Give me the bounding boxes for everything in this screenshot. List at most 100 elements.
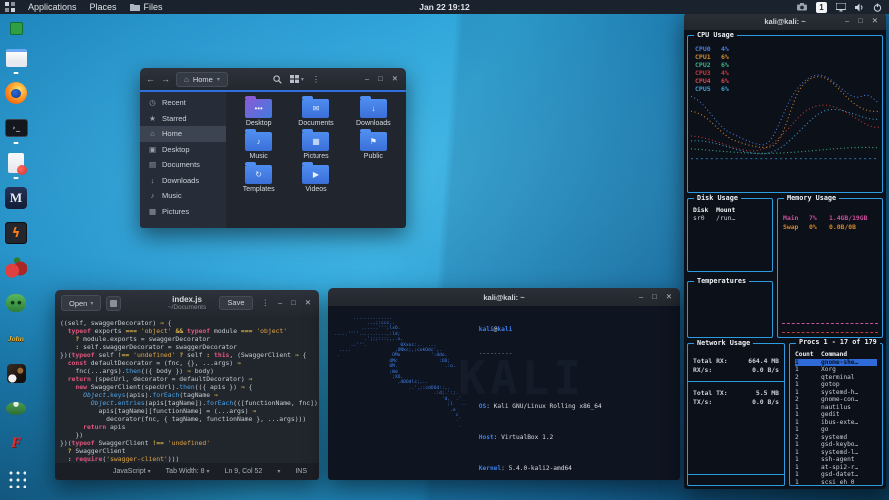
process-row-gedit[interactable]: 1gedit [795, 411, 877, 419]
dock-item-ettercap[interactable] [4, 396, 28, 420]
folder-desktop[interactable]: ••• Desktop [230, 99, 287, 127]
process-row-systemd-l[interactable]: 1systemd-l… [795, 449, 877, 457]
folder-videos[interactable]: ▶ Videos [287, 165, 344, 193]
close-button[interactable]: ✕ [666, 293, 672, 301]
minimize-button[interactable]: – [278, 299, 282, 307]
process-row-scsi-eh-0[interactable]: 1scsi_eh_0 [795, 479, 877, 487]
process-row-gnome-con[interactable]: 2gnome-con… [795, 396, 877, 404]
process-row-at-spi2-r[interactable]: 1at-spi2-r… [795, 464, 877, 472]
cpu-usage-box: CPU Usage CPU04% CPU16% CPU26% CPU34% CP… [687, 35, 883, 193]
folder-icon: ↓ [360, 99, 387, 118]
process-row-qterminal[interactable]: 2qterminal [795, 374, 877, 382]
memory-row-main: Main7%1.4GB/19GB [783, 214, 877, 223]
neofetch-line-host: Host: VirtualBox 1.2 [479, 434, 617, 442]
menu-files[interactable]: Files [130, 2, 163, 12]
process-row-gotop[interactable]: 1gotop [795, 381, 877, 389]
menu-applications[interactable]: Applications [28, 2, 77, 12]
workspace-indicator[interactable]: 1 [816, 2, 827, 13]
dock-item-faraday[interactable]: F [4, 431, 28, 455]
code-area[interactable]: ((self, swaggerDecorator) ⇒ { typeof exp… [55, 316, 319, 463]
process-row-ibus-exte[interactable]: 1ibus-exte… [795, 419, 877, 427]
neofetch-line-os: OS: Kali GNU/Linux Rolling x86_64 [479, 403, 617, 411]
folder-music[interactable]: ♪ Music [230, 132, 287, 160]
menu-places[interactable]: Places [90, 2, 117, 12]
process-row-nautilus[interactable]: 1nautilus [795, 404, 877, 412]
file-manager-sidebar: ◷ Recent ★ Starred ⌂ Home ▣ Desktop [140, 92, 226, 228]
process-row-systemd-h[interactable]: 1systemd-h… [795, 389, 877, 397]
folder-public[interactable]: ⚑ Public [345, 132, 402, 160]
power-icon[interactable] [873, 3, 882, 12]
folder-downloads[interactable]: ↓ Downloads [345, 99, 402, 127]
editor-titlebar[interactable]: Open▾ index.js ~/Documents Save ⋮ – □ ✕ [55, 290, 319, 316]
back-button[interactable]: ← [146, 74, 155, 84]
close-button[interactable]: ✕ [305, 299, 311, 307]
sidebar-item-home[interactable]: ⌂ Home [140, 126, 226, 142]
process-row-gsd-datet[interactable]: 1gsd-datet… [795, 471, 877, 479]
sidebar-item-recent[interactable]: ◷ Recent [140, 95, 226, 111]
sidebar-item-music[interactable]: ♪ Music [140, 188, 226, 204]
sidebar-item-starred[interactable]: ★ Starred [140, 111, 226, 127]
sidebar-item-desktop[interactable]: ▣ Desktop [140, 142, 226, 158]
dock-item-terminal[interactable]: ›_ [4, 116, 28, 140]
maximize-button[interactable]: □ [291, 299, 296, 307]
open-button[interactable]: Open▾ [61, 295, 101, 311]
network-usage-box: Network Usage Total RX:664.4 MBRX/s:0.0 … [687, 343, 785, 486]
dock-item-metasploit[interactable]: M [4, 186, 28, 210]
process-row-go[interactable]: 1go [795, 426, 877, 434]
process-row-ssh-agent[interactable]: 1ssh-agent [795, 456, 877, 464]
network-rx-line-total-rx: Total RX:664.4 MB [693, 357, 779, 366]
statusbar-dropdown[interactable]: ▾ [277, 468, 280, 475]
dock-item-show-applications[interactable] [4, 466, 28, 490]
process-row-xorg[interactable]: 1Xorg [795, 366, 877, 374]
dock-item-john-the-ripper[interactable]: John [4, 326, 28, 350]
maximize-button[interactable]: □ [378, 75, 383, 83]
minimize-button[interactable]: – [639, 293, 643, 301]
clock[interactable]: Jan 22 19:12 [419, 2, 470, 12]
maximize-button[interactable]: □ [858, 17, 863, 25]
sidebar-item-downloads[interactable]: ↓ Downloads [140, 173, 226, 189]
dock-item-file-manager[interactable] [4, 46, 28, 70]
monitor-titlebar[interactable]: kali@kali: ~ – □ ✕ [684, 12, 886, 30]
terminal-body[interactable]: KALI .............. ..,;:ccc,. ......'''… [328, 306, 680, 480]
tab-width-selector[interactable]: Tab Width: 8 ▾ [166, 468, 210, 475]
menu-kebab-button[interactable]: ⋮ [312, 75, 320, 84]
language-selector[interactable]: JavaScript ▾ [113, 468, 151, 475]
new-tab-button[interactable] [106, 296, 121, 311]
file-manager-titlebar[interactable]: ← → ⌂ Home ▾ ▾ ⋮ – □ ✕ [140, 68, 406, 92]
folder-pictures[interactable]: ▦ Pictures [287, 132, 344, 160]
menu-kebab-button[interactable]: ⋮ [262, 299, 270, 307]
process-row-gnome-she[interactable]: 1gnome-she… [795, 359, 877, 367]
sidebar-item-pictures[interactable]: ▦ Pictures [140, 204, 226, 220]
cursor-position[interactable]: Ln 9, Col 52 [225, 468, 263, 475]
dock-item-firefox[interactable] [4, 81, 28, 105]
dock-item-green-shortcut[interactable] [4, 22, 28, 35]
dock-item-cherrytree[interactable] [4, 256, 28, 280]
folder-documents[interactable]: ✉ Documents [287, 99, 344, 127]
sidebar-item-label: Pictures [162, 207, 189, 216]
terminal-titlebar[interactable]: kali@kali: ~ – □ ✕ [328, 288, 680, 306]
close-button[interactable]: ✕ [392, 75, 398, 83]
dock-item-text-editor[interactable] [4, 151, 28, 175]
volume-icon[interactable] [855, 3, 864, 12]
dock-item-zenmap[interactable] [4, 291, 28, 315]
process-row-systemd[interactable]: 2systemd [795, 434, 877, 442]
folder-templates[interactable]: ↻ Templates [230, 165, 287, 193]
view-toggle-button[interactable]: ▾ [290, 75, 304, 83]
minimize-button[interactable]: – [845, 17, 849, 25]
dock-item-searchsploit[interactable]: ϟ [4, 221, 28, 245]
close-button[interactable]: ✕ [872, 17, 878, 25]
tray-screenshot-icon[interactable] [797, 3, 807, 11]
insert-mode-indicator[interactable]: INS [295, 468, 307, 475]
dock-item-doberman-tool[interactable] [4, 361, 28, 385]
minimize-button[interactable]: – [365, 75, 369, 83]
sidebar-item-documents[interactable]: ▤ Documents [140, 157, 226, 173]
sidebar-item-icon: ↓ [148, 176, 157, 185]
forward-button[interactable]: → [161, 74, 170, 84]
path-button[interactable]: ⌂ Home ▾ [176, 72, 228, 87]
activities-grid-icon[interactable] [5, 2, 15, 12]
display-icon[interactable] [836, 3, 846, 12]
process-row-gsd-keybo[interactable]: 1gsd-keybo… [795, 441, 877, 449]
save-button[interactable]: Save [219, 296, 252, 311]
search-button[interactable] [273, 75, 282, 84]
maximize-button[interactable]: □ [652, 293, 657, 301]
